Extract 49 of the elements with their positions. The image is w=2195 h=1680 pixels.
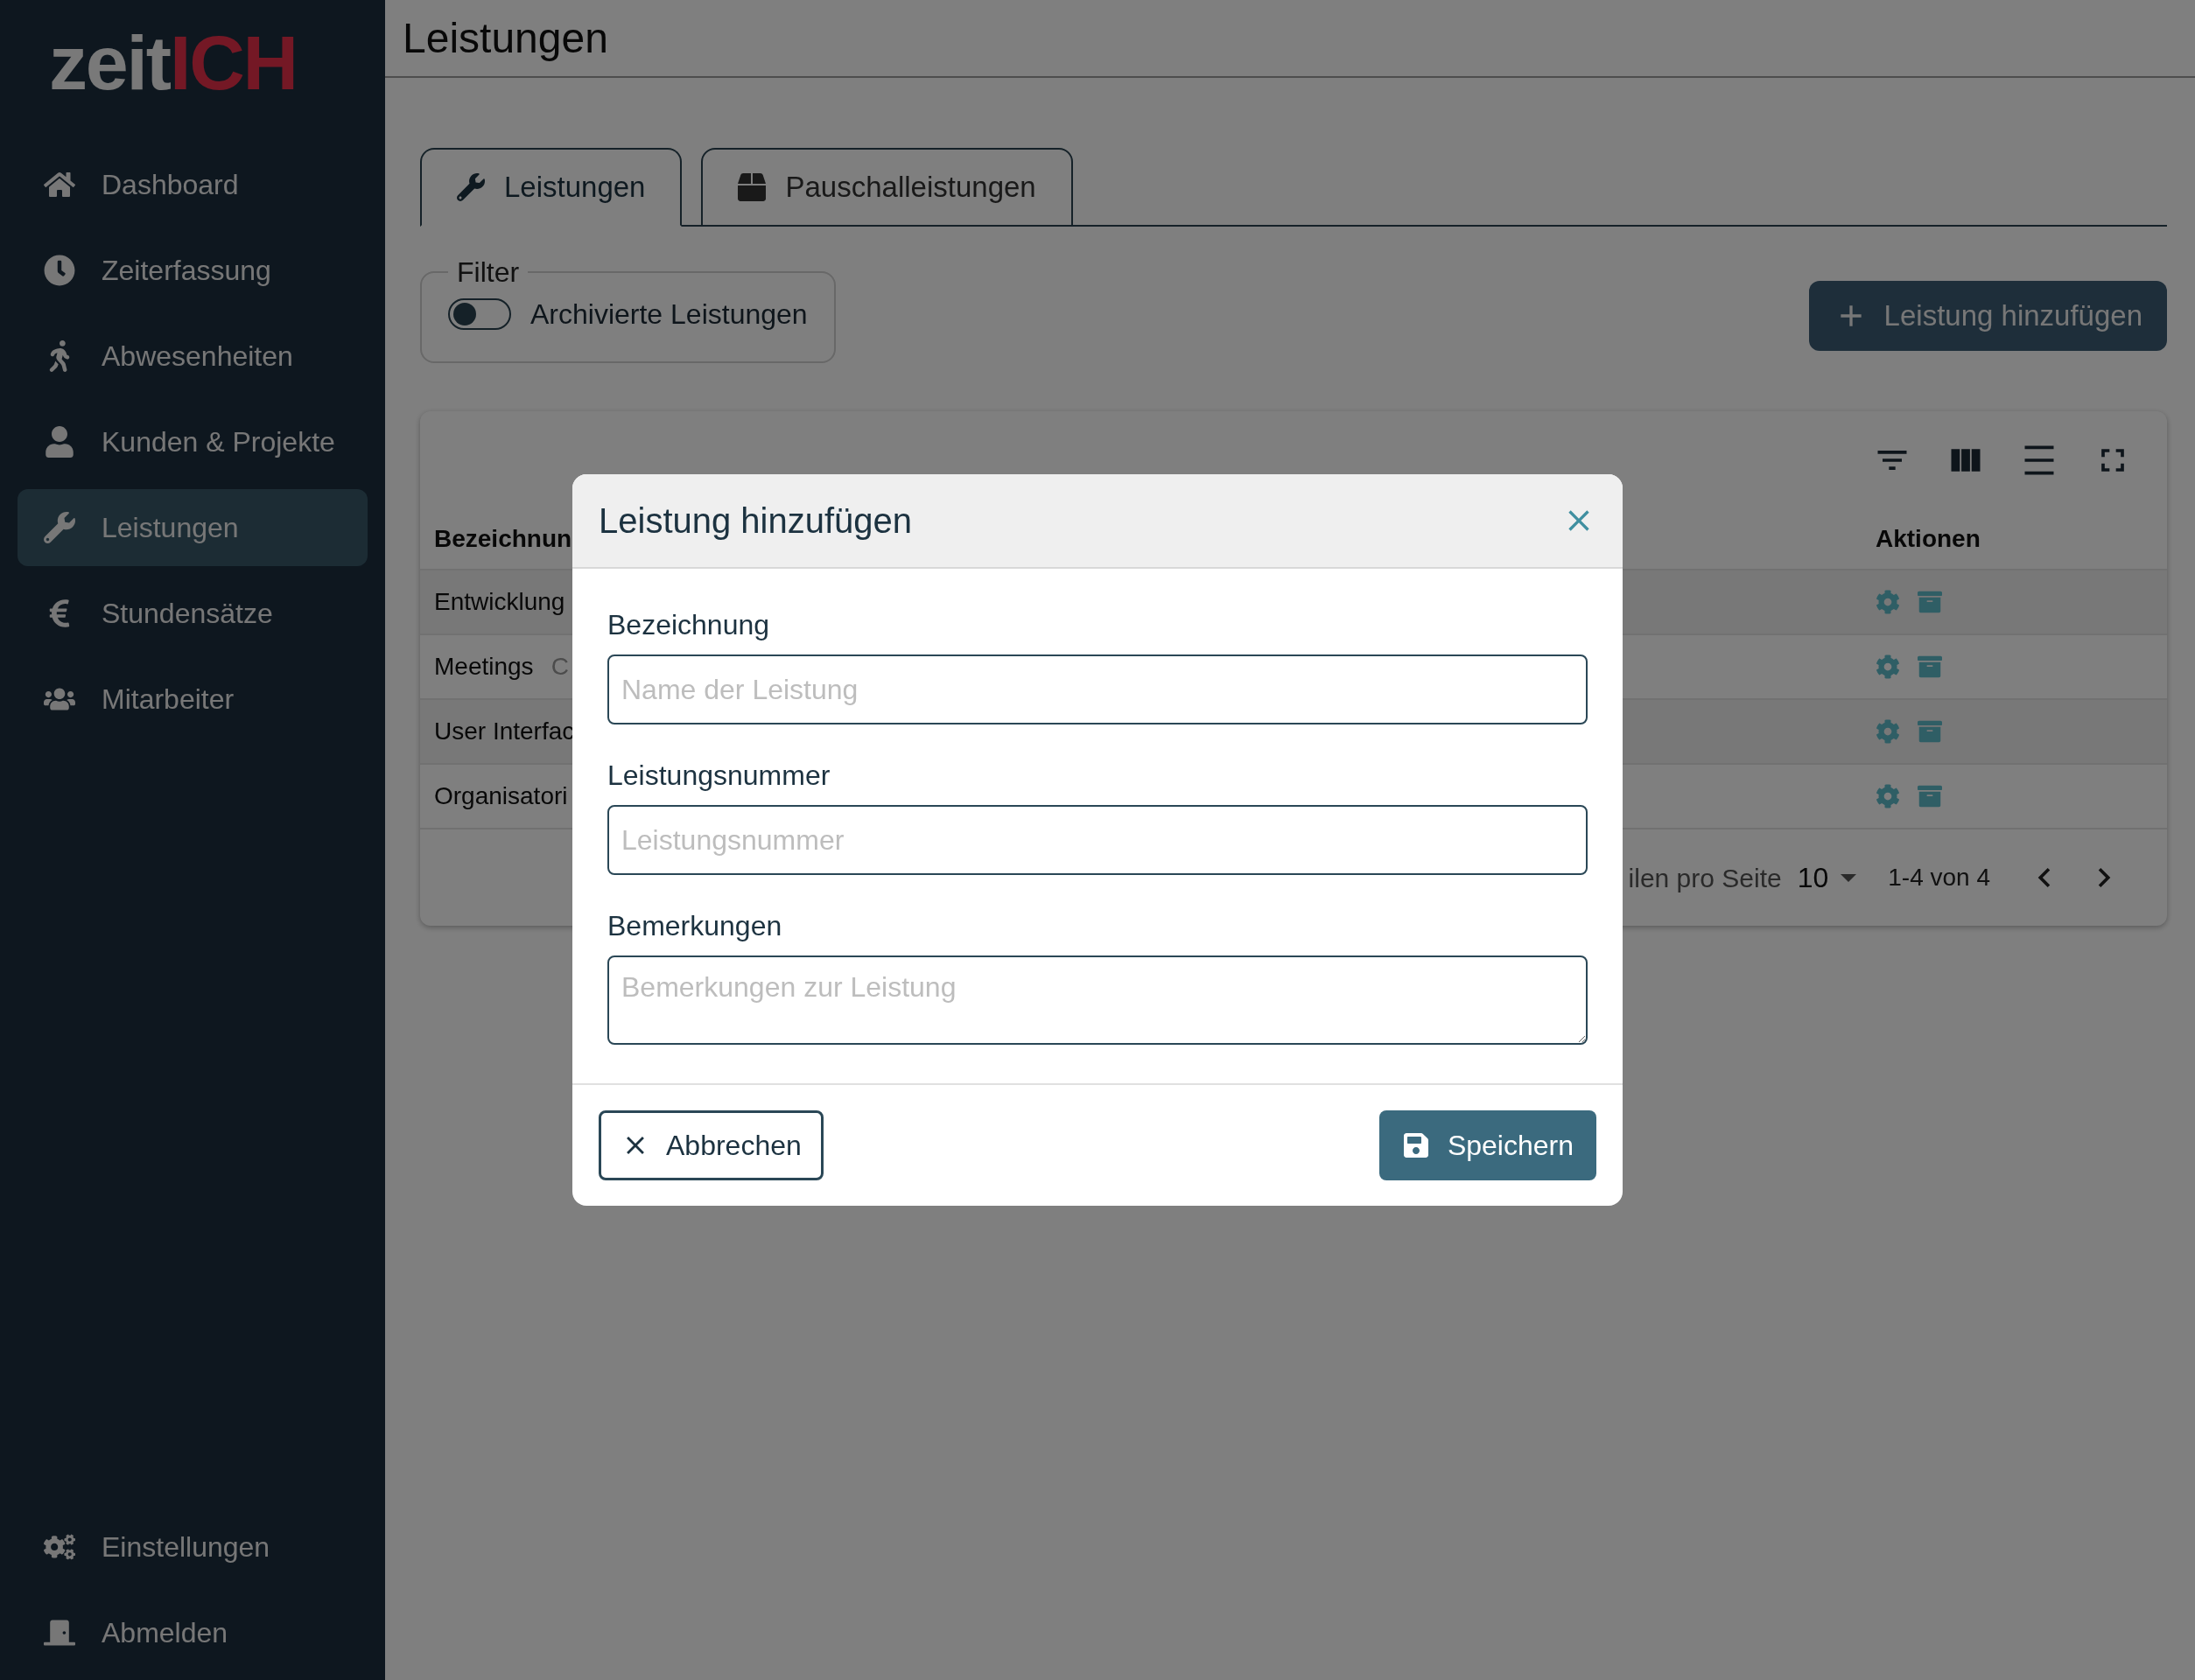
toggle-switch[interactable] — [448, 298, 511, 330]
table-cell-text: Organisatori — [434, 781, 568, 811]
cancel-button[interactable]: Abbrechen — [599, 1110, 824, 1180]
sidebar-item[interactable]: Abmelden — [18, 1594, 368, 1671]
rows-per-page-select[interactable]: 10 — [1797, 857, 1857, 899]
gear-icon[interactable] — [1876, 784, 1900, 808]
sidebar-item[interactable]: Dashboard — [18, 146, 368, 223]
rows-per-page-label: ilen pro Seite — [1628, 862, 1782, 894]
page-range: 1-4 von 4 — [1888, 863, 1990, 892]
table-cell-text: User Interfac — [434, 717, 575, 746]
input-field[interactable]: Name der Leistung — [607, 654, 1588, 724]
sidebar-item[interactable]: Stundensätze — [18, 575, 368, 652]
gear-icon[interactable] — [1876, 719, 1900, 744]
archive-icon[interactable] — [1918, 784, 1942, 808]
field-label: Leistungsnummer — [607, 759, 831, 793]
gear-icon[interactable] — [1876, 590, 1900, 614]
archive-icon[interactable] — [1918, 654, 1942, 679]
column-header: Bezeichnun — [434, 524, 572, 554]
sidebar-item[interactable]: Abwesenheiten — [18, 318, 368, 395]
wrench-icon — [44, 512, 75, 543]
dialog-title: Leistung hinzufügen — [599, 500, 913, 542]
person-icon — [44, 426, 75, 458]
sidebar-item[interactable]: Einstellungen — [18, 1508, 368, 1586]
gear-icon[interactable] — [1876, 654, 1900, 679]
caret-icon — [1841, 873, 1857, 882]
tab[interactable]: Leistungen — [420, 148, 683, 227]
sidebar-item[interactable]: Kunden & Projekte — [18, 403, 368, 480]
table-cell-text: Meetings — [434, 652, 534, 682]
toggle-label: Archivierte Leistungen — [530, 298, 808, 332]
add-button[interactable]: Leistung hinzufügen — [1808, 281, 2167, 351]
logo: zeitICH — [48, 18, 298, 108]
archive-icon[interactable] — [1918, 719, 1942, 744]
save-button[interactable]: Speichern — [1378, 1110, 1596, 1180]
sidebar-item[interactable]: Leistungen — [18, 489, 368, 566]
tab[interactable]: Pauschalleistungen — [701, 148, 1073, 227]
input-field[interactable]: Bemerkungen zur Leistung — [607, 956, 1588, 1045]
sidebar-item[interactable]: Mitarbeiter — [18, 661, 368, 738]
wrench-icon — [457, 173, 485, 201]
box-icon — [738, 173, 767, 201]
field-label: Bemerkungen — [607, 909, 783, 943]
archive-icon[interactable] — [1918, 590, 1942, 614]
column-header: Aktionen — [1876, 524, 1981, 554]
sidebar-item[interactable]: Zeiterfassung — [18, 232, 368, 309]
clock-icon — [44, 255, 75, 286]
page-title: Leistungen — [403, 13, 608, 63]
table-cell-text: Entwicklung — [434, 587, 565, 617]
filter-legend: Filter — [448, 251, 529, 293]
input-field[interactable]: Leistungsnummer — [607, 805, 1588, 875]
field-label: Bezeichnung — [607, 608, 771, 642]
